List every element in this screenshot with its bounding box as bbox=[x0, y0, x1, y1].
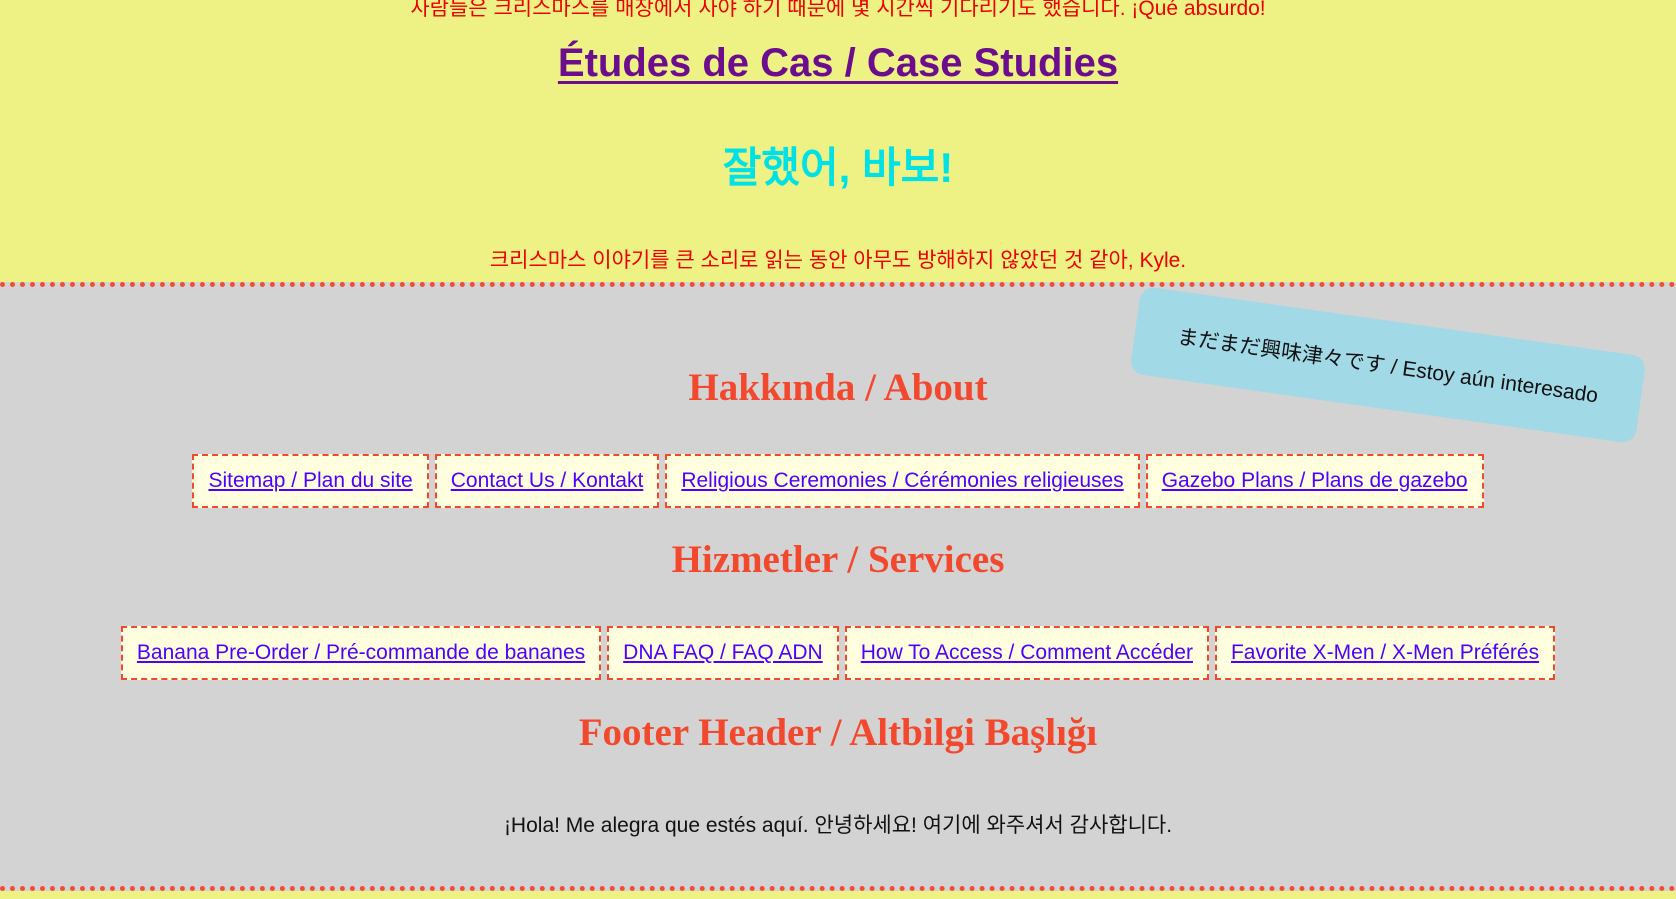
top-banner: 사람들은 크리스마스를 매장에서 사야 하기 때문에 몇 시간씩 기다리기도 했… bbox=[0, 0, 1676, 282]
link-box-dna: DNA FAQ / FAQ ADN bbox=[607, 626, 839, 680]
dna-faq-link[interactable]: DNA FAQ / FAQ ADN bbox=[623, 641, 823, 664]
how-to-access-link[interactable]: How To Access / Comment Accéder bbox=[861, 641, 1193, 664]
favorite-xmen-link[interactable]: Favorite X-Men / X-Men Préférés bbox=[1231, 641, 1539, 664]
sitemap-link[interactable]: Sitemap / Plan du site bbox=[208, 469, 412, 492]
services-links: Banana Pre-Order / Pré-commande de banan… bbox=[0, 626, 1676, 680]
contact-link[interactable]: Contact Us / Kontakt bbox=[451, 469, 644, 492]
link-box-banana: Banana Pre-Order / Pré-commande de banan… bbox=[120, 626, 602, 680]
about-links: Sitemap / Plan du site Contact Us / Kont… bbox=[0, 454, 1676, 508]
case-studies-heading: Études de Cas / Case Studies bbox=[0, 38, 1676, 88]
banana-preorder-link[interactable]: Banana Pre-Order / Pré-commande de banan… bbox=[137, 641, 585, 664]
korean-heading: 잘했어, 바보! bbox=[722, 144, 954, 191]
case-studies-link[interactable]: Études de Cas / Case Studies bbox=[558, 41, 1118, 85]
about-heading: Hakkında / About bbox=[688, 366, 988, 409]
link-box-sitemap: Sitemap / Plan du site bbox=[192, 454, 429, 508]
korean-subtext: 크리스마스 이야기를 큰 소리로 읽는 동안 아무도 방해하지 않았던 것 같아… bbox=[489, 249, 1187, 272]
religious-ceremonies-link[interactable]: Religious Ceremonies / Cérémonies religi… bbox=[681, 469, 1123, 492]
link-box-ceremonies: Religious Ceremonies / Cérémonies religi… bbox=[665, 454, 1140, 508]
link-box-contact: Contact Us / Kontakt bbox=[434, 454, 660, 508]
link-box-gazebo: Gazebo Plans / Plans de gazebo bbox=[1145, 454, 1484, 508]
top-line-text: 사람들은 크리스마스를 매장에서 사야 하기 때문에 몇 시간씩 기다리기도 했… bbox=[410, 0, 1266, 20]
gazebo-plans-link[interactable]: Gazebo Plans / Plans de gazebo bbox=[1162, 469, 1468, 492]
link-box-xmen: Favorite X-Men / X-Men Préférés bbox=[1214, 626, 1556, 680]
footer-greeting: ¡Hola! Me alegra que estés aquí. 안녕하세요! … bbox=[503, 814, 1173, 837]
services-heading: Hizmetler / Services bbox=[671, 538, 1005, 581]
link-box-access: How To Access / Comment Accéder bbox=[844, 626, 1209, 680]
footer-heading: Footer Header / Altbilgi Başlığı bbox=[578, 711, 1098, 754]
